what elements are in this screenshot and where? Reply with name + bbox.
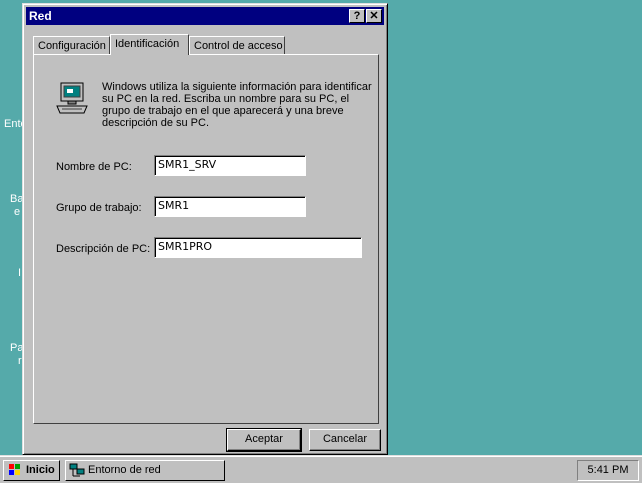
tab-configuracion[interactable]: Configuración <box>33 36 110 54</box>
network-dialog: Red ? ✕ Configuración Identificación Con… <box>22 3 388 455</box>
description-label: Descripción de PC: <box>56 243 151 255</box>
info-text: Windows utiliza la siguiente información… <box>102 81 372 129</box>
workgroup-label: Grupo de trabajo: <box>56 202 142 214</box>
start-label: Inicio <box>26 464 55 476</box>
identification-panel: Windows utiliza la siguiente información… <box>33 54 379 424</box>
desktop-icon-label[interactable]: e <box>14 206 20 218</box>
taskbar-item-network[interactable]: Entorno de red <box>65 460 225 481</box>
help-button[interactable]: ? <box>349 9 365 23</box>
start-button[interactable]: Inicio <box>3 460 60 481</box>
tab-identificacion[interactable]: Identificación <box>110 34 189 55</box>
pc-name-input[interactable]: SMR1_SRV <box>154 155 306 176</box>
computer-icon <box>56 82 88 114</box>
pc-name-label: Nombre de PC: <box>56 161 132 173</box>
close-button[interactable]: ✕ <box>366 9 382 23</box>
ok-button[interactable]: Aceptar <box>226 428 302 452</box>
workgroup-input[interactable]: SMR1 <box>154 196 306 217</box>
description-input[interactable]: SMR1PRO <box>154 237 362 258</box>
taskbar-item-label: Entorno de red <box>88 464 161 476</box>
dialog-title: Red <box>29 9 52 23</box>
tab-control-de-acceso[interactable]: Control de acceso <box>189 36 285 54</box>
title-bar[interactable]: Red ? ✕ <box>26 7 384 25</box>
system-tray: 5:41 PM <box>577 460 639 481</box>
clock[interactable]: 5:41 PM <box>588 464 629 476</box>
desktop-icon-label[interactable]: I <box>18 267 21 279</box>
taskbar: Inicio Entorno de red 5:41 PM <box>0 455 642 483</box>
windows-logo-icon <box>9 464 20 475</box>
cancel-button[interactable]: Cancelar <box>309 429 381 451</box>
network-neighborhood-icon <box>69 463 85 477</box>
